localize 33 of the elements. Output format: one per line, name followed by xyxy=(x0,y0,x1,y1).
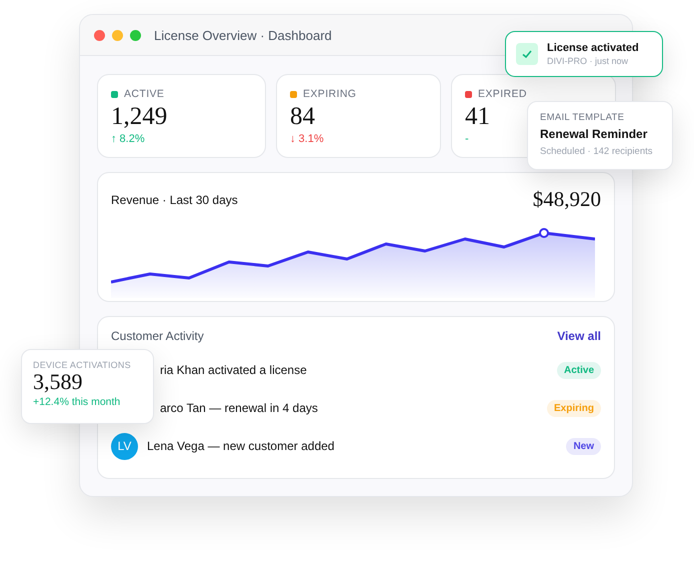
stat-value: 1,249 xyxy=(111,103,168,130)
stat-value: 41 xyxy=(465,103,490,130)
stat-label: EXPIRED xyxy=(478,88,527,100)
stat-change: ↑ 8.2% xyxy=(111,132,145,144)
check-icon xyxy=(516,43,538,65)
section-title: Customer Activity xyxy=(111,329,204,343)
toast-title: License activated xyxy=(547,42,639,54)
card-change: +12.4% this month xyxy=(33,396,122,408)
activity-text: Lena Vega — new customer added xyxy=(147,439,336,453)
revenue-total: $48,920 xyxy=(532,187,601,212)
stat-label: EXPIRING xyxy=(303,88,356,100)
card-label: DEVICE ACTIVATIONS xyxy=(33,360,132,370)
minimize-button[interactable] xyxy=(112,30,123,40)
status-badge: Active xyxy=(556,362,601,378)
activity-text: ria Khan activated a license xyxy=(160,363,308,377)
activity-text: arco Tan — renewal in 4 days xyxy=(160,401,319,415)
chart-title: Revenue · Last 30 days xyxy=(111,192,238,206)
stat-change: - xyxy=(465,132,469,144)
status-badge: New xyxy=(566,438,601,454)
card-title: Renewal Reminder xyxy=(540,127,648,141)
window-title: License Overview · Dashboard xyxy=(154,28,332,42)
card-value: 3,589 xyxy=(33,370,84,394)
stat-label: ACTIVE xyxy=(124,88,164,100)
stat-change: ↓ 3.1% xyxy=(290,132,324,144)
status-badge: Expiring xyxy=(546,400,601,416)
view-all-link[interactable]: View all xyxy=(557,329,601,343)
card-subtitle: Scheduled · 142 recipients xyxy=(540,146,654,157)
stat-value: 84 xyxy=(290,103,315,130)
avatar: LV xyxy=(111,432,138,460)
card-label: EMAIL TEMPLATE xyxy=(540,112,626,123)
toast-subtitle: DIVI-PRO · just now xyxy=(547,56,630,66)
close-button[interactable] xyxy=(94,30,105,40)
maximize-button[interactable] xyxy=(130,30,141,40)
